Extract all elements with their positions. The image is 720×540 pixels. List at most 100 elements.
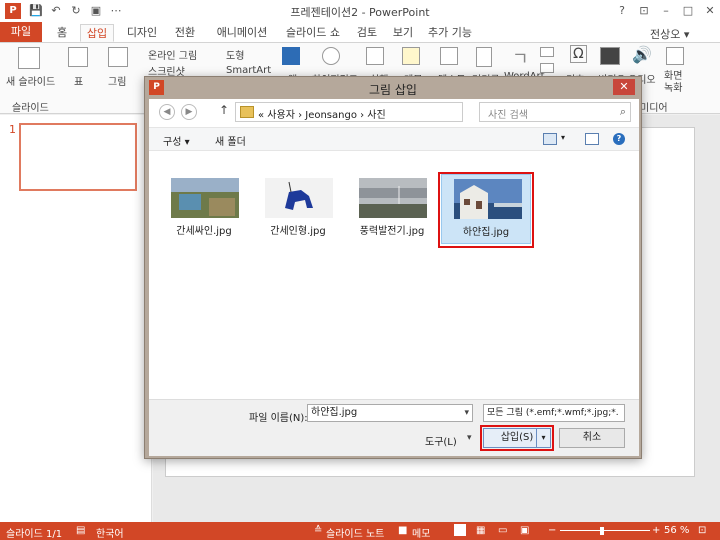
slide-number-icon[interactable] (540, 63, 554, 73)
textbox-icon[interactable] (440, 47, 458, 65)
new-folder-button[interactable]: 새 폴더 (215, 133, 246, 148)
reading-view-icon[interactable]: ▭ (498, 525, 507, 536)
folder-icon (240, 106, 254, 118)
ribbon-display-button[interactable]: ⊡ (634, 2, 654, 20)
preview-pane-icon[interactable] (585, 133, 599, 145)
video-icon[interactable] (600, 47, 620, 65)
slide-sorter-icon[interactable]: ▦ (476, 525, 485, 536)
slides-panel: 1 (0, 115, 152, 522)
tab-view[interactable]: 보기 (388, 24, 418, 42)
screen-record-icon[interactable] (666, 47, 684, 65)
back-icon[interactable]: ◀ (159, 104, 175, 120)
new-slide-icon[interactable] (18, 47, 40, 69)
tab-design[interactable]: 디자인 (122, 24, 162, 42)
dialog-close-button[interactable]: ✕ (613, 79, 635, 95)
zoom-slider-thumb[interactable] (600, 527, 604, 535)
filename-label: 파일 이름(N): (249, 413, 308, 424)
date-icon[interactable] (540, 47, 554, 57)
filename-input[interactable]: 하얀집.jpg ▾ (307, 404, 473, 422)
ribbon-tab-bar: 파일 홈 삽입 디자인 전환 애니메이션 슬라이드 쇼 검토 보기 추가 기능 … (0, 22, 720, 42)
tab-animations[interactable]: 애니메이션 (210, 24, 274, 42)
title-bar: P 💾 ↶ ↻ ▣ ⋯ 프레젠테이션2 - PowerPoint ? ⊡ – □… (0, 0, 720, 22)
smartart-button[interactable]: SmartArt (226, 65, 271, 76)
fit-slide-icon[interactable]: ⊡ (698, 525, 706, 536)
slide-thumbnail[interactable] (19, 123, 137, 191)
up-arrow-icon[interactable]: ↑ (219, 103, 229, 117)
file-name: 간세인형.jpg (270, 226, 326, 237)
help-icon[interactable]: ? (613, 133, 625, 145)
dialog-toolbar: 구성 ▾ 새 폴더 ▾ ? (149, 127, 639, 151)
slides-group-label: 슬라이드 (12, 103, 49, 114)
tab-home[interactable]: 홈 (50, 24, 74, 42)
hyperlink-icon[interactable] (322, 47, 340, 65)
shapes-button[interactable]: 도형 (226, 47, 244, 62)
cancel-button[interactable]: 취소 (559, 428, 625, 448)
maximize-button[interactable]: □ (678, 2, 698, 20)
dialog-footer: 파일 이름(N): 하얀집.jpg ▾ 모든 그림 (*.emf;*.wmf;*… (149, 399, 639, 456)
image-button[interactable]: 그림 (108, 73, 126, 88)
dialog-body: ◀ ▶ ↑ « 사용자 › Jeonsango › 사진 ↻ 사진 검색 ⌕ 구… (149, 99, 639, 456)
screen-record-button[interactable]: 화면 녹화 (664, 71, 682, 95)
action-icon[interactable] (366, 47, 384, 65)
zoom-in-icon[interactable]: + (652, 525, 660, 536)
address-path[interactable]: « 사용자 › Jeonsango › 사진 (258, 106, 386, 121)
tab-insert[interactable]: 삽입 (80, 24, 114, 42)
proofing-icon[interactable]: ▤ (76, 525, 85, 536)
file-name: 간세싸인.jpg (176, 226, 232, 237)
slideshow-view-icon[interactable]: ▣ (520, 525, 529, 536)
memo-icon[interactable] (402, 47, 420, 65)
table-button[interactable]: 표 (74, 73, 83, 88)
zoom-slider[interactable] (560, 530, 650, 531)
slide-info: 슬라이드 1/1 (6, 529, 63, 540)
comments-icon[interactable]: ■ (398, 525, 407, 536)
change-view-icon[interactable] (543, 133, 557, 145)
zoom-out-icon[interactable]: − (548, 525, 556, 536)
normal-view-icon[interactable] (454, 524, 466, 536)
thumbnail-gansedoll (265, 178, 333, 218)
tab-addins[interactable]: 추가 기능 (424, 24, 476, 42)
online-image-button[interactable]: 온라인 그림 (148, 47, 197, 62)
file-type-filter[interactable]: 모든 그림 (*.emf;*.wmf;*.jpg;*. (483, 404, 625, 422)
organize-button[interactable]: 구성 ▾ (163, 133, 190, 148)
thumbnail-gansesain (171, 178, 239, 218)
insert-highlight (480, 425, 554, 451)
tools-button[interactable]: 도구(L) (425, 433, 457, 448)
tab-slideshow[interactable]: 슬라이드 쇼 (280, 24, 346, 42)
file-item[interactable]: 간세싸인.jpg (159, 174, 249, 244)
search-input[interactable]: 사진 검색 ⌕ (479, 102, 631, 122)
wordart-icon[interactable]: ㄱ (512, 45, 529, 71)
dialog-title-bar: P 그림 삽입 ✕ (145, 77, 641, 99)
symbol-icon[interactable]: Ω (570, 45, 587, 63)
table-icon[interactable] (68, 47, 88, 67)
search-icon[interactable]: ⌕ (620, 105, 626, 119)
notes-icon[interactable]: ≙ (314, 525, 322, 536)
file-list: 간세싸인.jpg 간세인형.jpg 풍력발전기.jpg 하얀집.jpg (149, 152, 639, 398)
minimize-button[interactable]: – (656, 2, 676, 20)
file-type-value[interactable]: 모든 그림 (*.emf;*.wmf;*.jpg;*. (487, 408, 619, 418)
image-icon[interactable] (108, 47, 128, 67)
file-item[interactable]: 간세인형.jpg (253, 174, 343, 244)
language-indicator[interactable]: 한국어 (96, 525, 124, 540)
address-bar[interactable]: « 사용자 › Jeonsango › 사진 ↻ (235, 102, 550, 122)
help-button[interactable]: ? (612, 2, 632, 20)
zoom-level[interactable]: 56 % (664, 525, 689, 536)
address-row: ◀ ▶ ↑ « 사용자 › Jeonsango › 사진 ↻ 사진 검색 ⌕ (149, 99, 639, 125)
close-button[interactable]: ✕ (700, 2, 720, 20)
new-slide-button[interactable]: 새 슬라이드 (6, 73, 55, 88)
tab-file[interactable]: 파일 (0, 22, 42, 42)
chevron-down-icon[interactable]: ▾ (467, 433, 472, 443)
tab-transitions[interactable]: 전환 (170, 24, 200, 42)
store-icon[interactable] (282, 47, 300, 65)
filename-value[interactable]: 하얀집.jpg (311, 407, 357, 418)
audio-icon[interactable]: 🔊 (632, 45, 652, 64)
user-name[interactable]: 전상오 ▾ (650, 26, 689, 42)
header-icon[interactable] (476, 47, 492, 67)
forward-icon[interactable]: ▶ (181, 104, 197, 120)
view-dropdown-icon[interactable]: ▾ (561, 133, 565, 142)
selection-highlight (438, 172, 534, 248)
chevron-down-icon[interactable]: ▾ (464, 405, 469, 421)
notes-button[interactable]: 슬라이드 노트 (326, 525, 384, 540)
file-item[interactable]: 풍력발전기.jpg (347, 174, 437, 244)
tab-review[interactable]: 검토 (352, 24, 382, 42)
comments-button[interactable]: 메모 (412, 525, 430, 540)
